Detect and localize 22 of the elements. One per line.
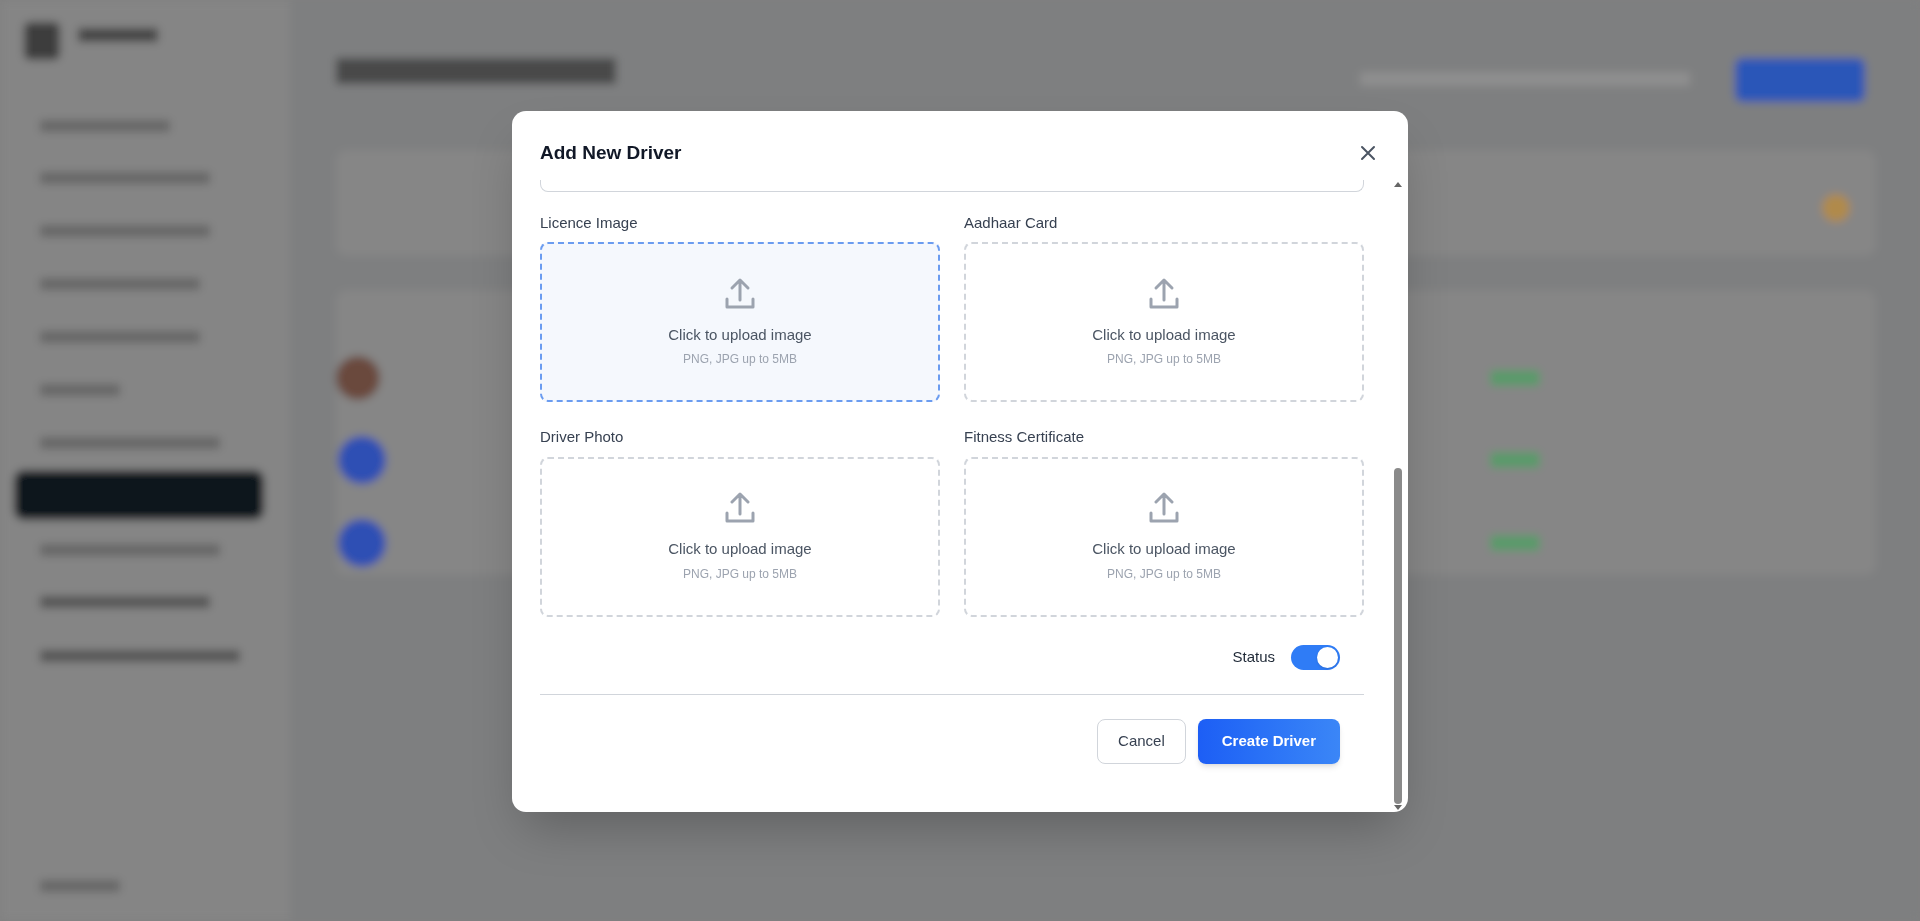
- upload-dropzone[interactable]: Click to upload image PNG, JPG up to 5MB: [964, 242, 1364, 402]
- upload-dropzone[interactable]: Click to upload image PNG, JPG up to 5MB: [964, 456, 1364, 617]
- status-label: Status: [1232, 646, 1275, 667]
- status-toggle[interactable]: [1291, 644, 1340, 670]
- upload-dropzone[interactable]: Click to upload image PNG, JPG up to 5MB: [540, 242, 940, 402]
- upload-hint: PNG, JPG up to 5MB: [1106, 351, 1221, 369]
- upload-hint: PNG, JPG up to 5MB: [1106, 565, 1221, 583]
- upload-dropzone[interactable]: Click to upload image PNG, JPG up to 5MB: [540, 456, 940, 617]
- field-label: Aadhaar Card: [964, 212, 1059, 233]
- field-label: Fitness Certificate: [964, 427, 1086, 447]
- create-button[interactable]: Create Driver: [1197, 718, 1340, 764]
- upload-prompt: Click to upload image: [1092, 539, 1236, 560]
- cancel-button[interactable]: Cancel: [1097, 718, 1186, 764]
- upload-prompt: Click to upload image: [1092, 324, 1236, 345]
- upload-hint: PNG, JPG up to 5MB: [682, 351, 797, 369]
- upload-prompt: Click to upload image: [668, 539, 812, 560]
- dialog-title: Add New Driver: [540, 141, 682, 165]
- field-label: Driver Photo: [540, 427, 625, 447]
- upload-prompt: Click to upload image: [668, 324, 812, 345]
- input-field[interactable]: [540, 179, 1364, 192]
- upload-hint: PNG, JPG up to 5MB: [682, 565, 797, 583]
- field-label: Licence Image: [540, 212, 639, 233]
